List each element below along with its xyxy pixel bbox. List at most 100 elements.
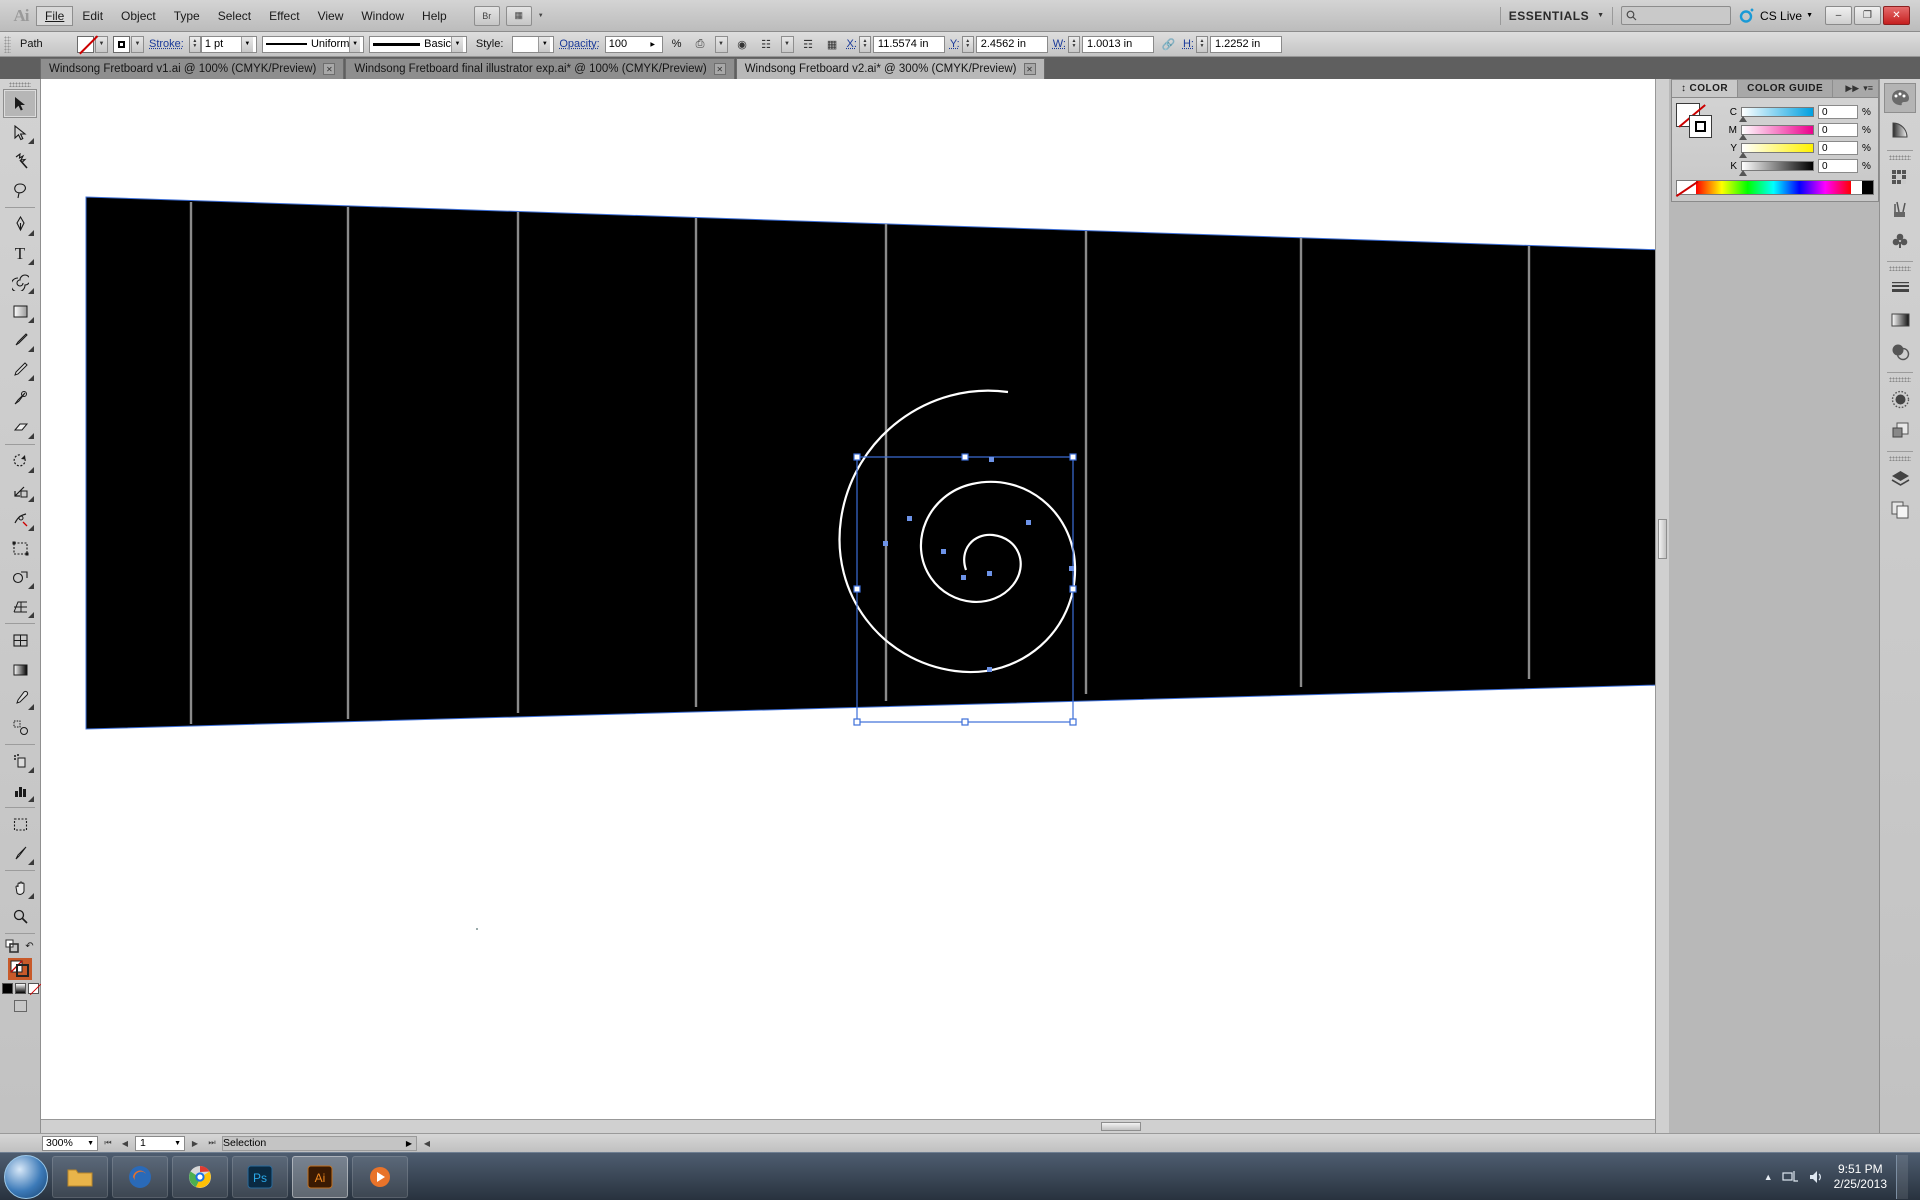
width-tool[interactable]: [3, 505, 37, 534]
slider-m[interactable]: [1739, 125, 1814, 140]
w-spinner[interactable]: ▲ ▼: [1067, 35, 1080, 53]
taskbar-explorer[interactable]: [52, 1155, 108, 1198]
stroke-panel-icon[interactable]: [1884, 273, 1916, 303]
stroke-profile-select[interactable]: Uniform ▼: [261, 35, 364, 53]
brushes-panel-icon[interactable]: [1884, 194, 1916, 224]
symbols-panel-icon[interactable]: [1884, 226, 1916, 256]
fill-stroke-proxy[interactable]: [1676, 103, 1716, 139]
vscroll-thumb[interactable]: [1658, 519, 1667, 559]
spectrum-white-swatch[interactable]: [1851, 181, 1862, 194]
graphic-styles-panel-icon[interactable]: [1884, 416, 1916, 446]
stroke-dropdown[interactable]: ▼: [131, 35, 144, 53]
spectrum-ramp[interactable]: [1696, 181, 1851, 194]
select-similar-dropdown[interactable]: ▼: [714, 35, 728, 53]
y-field[interactable]: 2.4562 in: [975, 35, 1048, 53]
appearance-panel-icon[interactable]: [1884, 384, 1916, 414]
minimize-button[interactable]: –: [1825, 6, 1852, 25]
color-mode-none-icon[interactable]: [27, 983, 41, 996]
fill-stroke-swap-icon[interactable]: [4, 936, 20, 956]
swatches-panel-icon[interactable]: [1884, 162, 1916, 192]
artboard-number-field[interactable]: 1 ▼: [135, 1135, 185, 1151]
slider-m-thumb[interactable]: [1739, 134, 1747, 140]
distribute-icon[interactable]: ☶: [799, 35, 818, 53]
color-mode-color-icon[interactable]: [1, 983, 13, 994]
taskbar-illustrator[interactable]: Ai: [292, 1155, 348, 1198]
blend-tool[interactable]: [3, 713, 37, 742]
workspace-chevron-icon[interactable]: ▼: [1597, 12, 1604, 19]
stroke-weight-spinner[interactable]: ▲ ▼: [188, 35, 201, 53]
h-label[interactable]: H:: [1183, 38, 1194, 50]
document-tab-1[interactable]: Windsong Fretboard v1.ai @ 100% (CMYK/Pr…: [40, 58, 345, 79]
tools-panel-grip[interactable]: [9, 82, 31, 87]
zoom-level-select[interactable]: 300% ▼: [42, 1135, 98, 1151]
next-artboard-button[interactable]: ▶: [188, 1136, 202, 1151]
spectrum-black-swatch[interactable]: [1862, 181, 1873, 194]
symbol-sprayer-tool[interactable]: [3, 747, 37, 776]
lasso-tool[interactable]: [3, 176, 37, 205]
spectrum-none-swatch[interactable]: [1677, 181, 1696, 194]
clock[interactable]: 9:51 PM 2/25/2013: [1834, 1162, 1887, 1192]
dock-group-grip[interactable]: [1889, 456, 1911, 461]
status-indicator[interactable]: Selection ▶: [222, 1135, 417, 1151]
panel-grip-icon[interactable]: ↕: [1681, 83, 1687, 94]
canvas-vscrollbar[interactable]: [1655, 79, 1669, 1133]
zoom-tool[interactable]: [3, 902, 37, 931]
slider-y-thumb[interactable]: [1739, 152, 1747, 158]
arrange-documents-button[interactable]: ▦: [505, 5, 532, 26]
status-scroll-left-icon[interactable]: ◀: [420, 1136, 434, 1151]
x-field[interactable]: 11.5574 in: [872, 35, 945, 53]
restore-button[interactable]: ❐: [1854, 6, 1881, 25]
fill-dropdown[interactable]: ▼: [95, 35, 108, 53]
type-tool[interactable]: T: [3, 239, 37, 268]
search-input[interactable]: [1621, 6, 1732, 25]
taskbar-chrome[interactable]: [172, 1155, 228, 1198]
prev-artboard-button[interactable]: ◀: [118, 1136, 132, 1151]
menu-window[interactable]: Window: [352, 6, 413, 26]
document-tab-1-close-icon[interactable]: ✕: [323, 63, 336, 75]
pen-tool[interactable]: [3, 210, 37, 239]
opacity-label[interactable]: Opacity:: [559, 38, 599, 50]
show-desktop-button[interactable]: [1896, 1154, 1908, 1199]
y-label[interactable]: Y:: [950, 38, 960, 50]
menu-edit[interactable]: Edit: [73, 6, 112, 26]
eyedropper-tool[interactable]: [3, 684, 37, 713]
screen-mode-normal-icon[interactable]: [13, 1000, 27, 1012]
gradient2-panel-icon[interactable]: [1884, 305, 1916, 335]
scale-tool[interactable]: [3, 476, 37, 505]
document-tab-3-close-icon[interactable]: ✕: [1023, 63, 1036, 75]
brush-select[interactable]: Basic ▼: [368, 35, 467, 53]
dock-group-grip[interactable]: [1889, 377, 1911, 382]
slider-k-value[interactable]: 0: [1818, 159, 1858, 173]
selection-tool[interactable]: [3, 89, 37, 118]
rotate-tool[interactable]: [3, 447, 37, 476]
column-graph-tool[interactable]: [3, 776, 37, 805]
transform-icon[interactable]: ▦: [823, 35, 842, 53]
magic-wand-tool[interactable]: [3, 147, 37, 176]
profile-chevron-icon[interactable]: ▼: [349, 36, 360, 52]
taskbar-photoshop[interactable]: Ps: [232, 1155, 288, 1198]
layers-panel-icon[interactable]: [1884, 463, 1916, 493]
fill-swatch[interactable]: [77, 35, 94, 53]
cs-live-button[interactable]: CS Live ▼: [1739, 7, 1813, 24]
slider-m-value[interactable]: 0: [1818, 123, 1858, 137]
collapse-panel-icon[interactable]: ▶▶: [1845, 83, 1859, 94]
workspace-switcher[interactable]: ESSENTIALS: [1509, 9, 1589, 23]
dock-group-grip[interactable]: [1889, 266, 1911, 271]
slider-c-value[interactable]: 0: [1818, 105, 1858, 119]
align-dropdown[interactable]: ▼: [780, 35, 794, 53]
direct-selection-tool[interactable]: [3, 118, 37, 147]
status-flyout-icon[interactable]: ▶: [406, 1139, 416, 1148]
slider-k-thumb[interactable]: [1739, 170, 1747, 176]
gradient-panel-icon[interactable]: [1884, 115, 1916, 145]
pencil-tool[interactable]: [3, 355, 37, 384]
slider-y[interactable]: [1739, 143, 1814, 158]
blob-brush-tool[interactable]: [3, 384, 37, 413]
cs-live-chevron-icon[interactable]: ▼: [1806, 12, 1813, 19]
h-field[interactable]: 1.2252 in: [1209, 35, 1282, 53]
graphic-style-select[interactable]: ▼: [512, 35, 555, 53]
slider-c-thumb[interactable]: [1739, 116, 1747, 122]
menu-file[interactable]: File: [36, 5, 74, 26]
stroke-label[interactable]: Stroke:: [149, 38, 184, 50]
last-artboard-button[interactable]: ⏭: [205, 1136, 219, 1151]
document-tab-2-close-icon[interactable]: ✕: [713, 63, 726, 75]
